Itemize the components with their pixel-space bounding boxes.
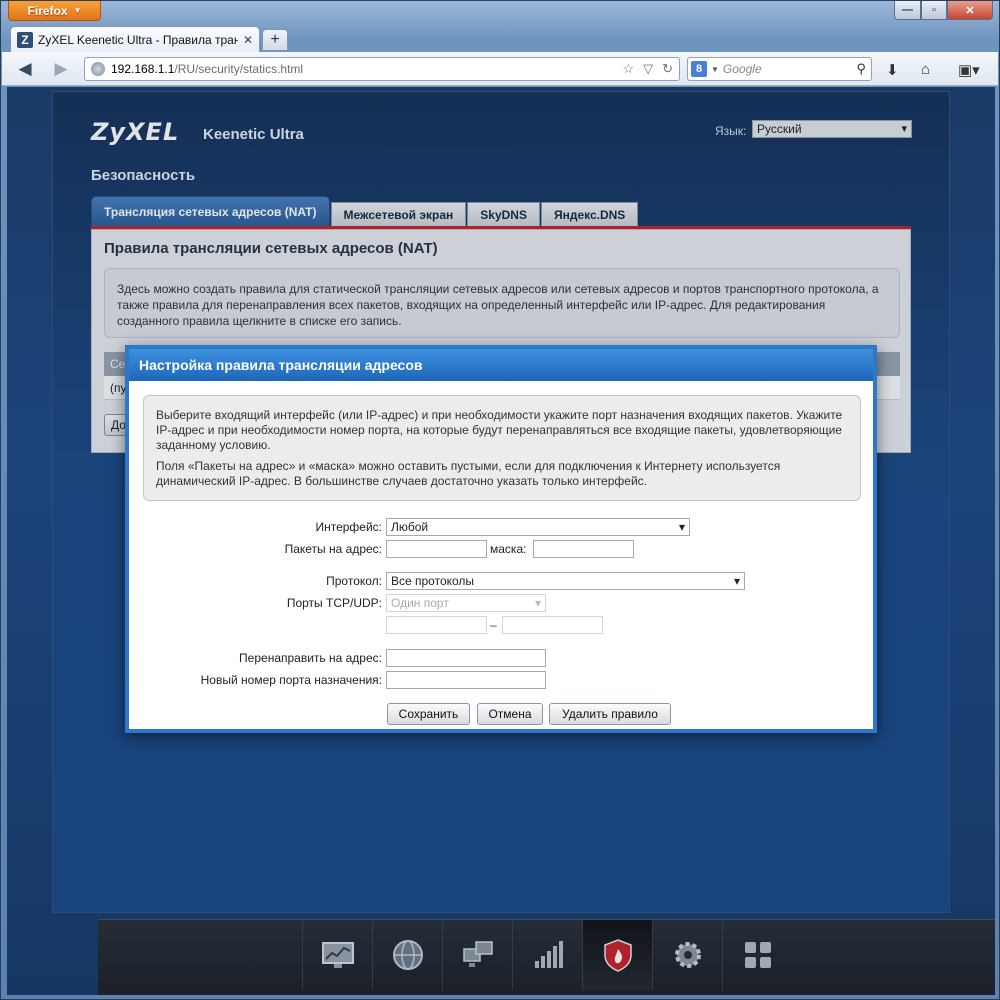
address-bar[interactable]: 192.168.1.1 /RU/security/statics.html ☆ … <box>84 57 680 81</box>
new-tab-button[interactable]: + <box>262 29 288 51</box>
site-identity-icon[interactable] <box>91 62 105 76</box>
interface-select[interactable]: Любой <box>386 518 690 536</box>
delete-rule-button[interactable]: Удалить правило <box>549 703 671 725</box>
packets-address-input[interactable] <box>386 540 487 558</box>
port-to-input[interactable] <box>502 616 603 634</box>
redirect-address-label: Перенаправить на адрес: <box>239 651 382 665</box>
close-window-button[interactable]: ✕ <box>947 1 993 20</box>
packets-address-label: Пакеты на адрес: <box>284 542 382 556</box>
dialog-info-text: Выберите входящий интерфейс (или IP-адре… <box>156 408 843 452</box>
port-range-dash: – <box>490 618 497 632</box>
maximize-button[interactable]: ▫ <box>921 1 947 20</box>
search-bar[interactable]: 8 ▼ Google ⚲ <box>687 57 872 81</box>
port-from-input[interactable] <box>386 616 487 634</box>
google-engine-icon[interactable]: 8 <box>691 61 707 77</box>
ports-label: Порты TCP/UDP: <box>286 596 382 610</box>
page-viewport: ZyXEL Keenetic Ultra Язык: Русский Безоп… <box>7 87 995 995</box>
url-host: 192.168.1.1 <box>111 62 175 76</box>
minimize-button[interactable]: — <box>894 1 921 20</box>
redirect-address-input[interactable] <box>386 649 546 667</box>
protocol-select[interactable]: Все протоколы <box>386 572 745 590</box>
dialog-info-note: Поля «Пакеты на адрес» и «маска» можно о… <box>156 459 781 488</box>
bookmark-star-icon[interactable]: ☆ <box>622 61 634 77</box>
navigation-toolbar: ◀ ▶ 192.168.1.1 /RU/security/statics.htm… <box>2 52 998 86</box>
protocol-label: Протокол: <box>326 574 382 588</box>
ports-mode-select[interactable]: Один порт <box>386 594 546 612</box>
browser-window: Firefox ▼ — ▫ ✕ Z ZyXEL Keenetic Ultra -… <box>0 0 1000 1000</box>
history-dropdown-icon[interactable]: ▽ <box>643 61 653 77</box>
close-tab-icon[interactable]: ✕ <box>243 33 253 47</box>
mask-input[interactable] <box>533 540 634 558</box>
url-path: /RU/security/statics.html <box>174 62 304 76</box>
chevron-down-icon: ▼ <box>73 6 82 15</box>
download-icon[interactable]: ⬇ <box>886 61 899 79</box>
reload-icon[interactable]: ↻ <box>662 61 673 77</box>
dialog-title: Настройка правила трансляции адресов <box>129 349 873 381</box>
dialog-info-box: Выберите входящий интерфейс (или IP-адре… <box>143 395 861 501</box>
interface-label: Интерфейс: <box>315 520 382 534</box>
new-port-input[interactable] <box>386 671 546 689</box>
zyxel-favicon-icon: Z <box>17 32 33 48</box>
mask-label: маска: <box>490 542 527 556</box>
firefox-menu-button[interactable]: Firefox ▼ <box>8 1 101 21</box>
firefox-menu-label: Firefox <box>27 3 68 18</box>
cancel-button[interactable]: Отмена <box>477 703 543 725</box>
back-arrow-icon[interactable]: ◀ <box>14 58 36 80</box>
save-button[interactable]: Сохранить <box>387 703 470 725</box>
home-icon[interactable]: ⌂ <box>921 61 930 78</box>
new-port-label: Новый номер порта назначения: <box>200 673 382 687</box>
forward-arrow-icon[interactable]: ▶ <box>50 58 72 80</box>
browser-tab[interactable]: Z ZyXEL Keenetic Ultra - Правила трансля… <box>10 26 260 53</box>
search-placeholder: Google <box>722 62 762 76</box>
tab-title: ZyXEL Keenetic Ultra - Правила трансля..… <box>38 33 238 47</box>
nat-rule-dialog: Настройка правила трансляции адресов Выб… <box>125 345 877 733</box>
bookmarks-menu-icon[interactable]: ▣▾ <box>958 61 988 79</box>
engine-dropdown-icon[interactable]: ▼ <box>711 65 719 74</box>
search-icon[interactable]: ⚲ <box>856 61 866 77</box>
